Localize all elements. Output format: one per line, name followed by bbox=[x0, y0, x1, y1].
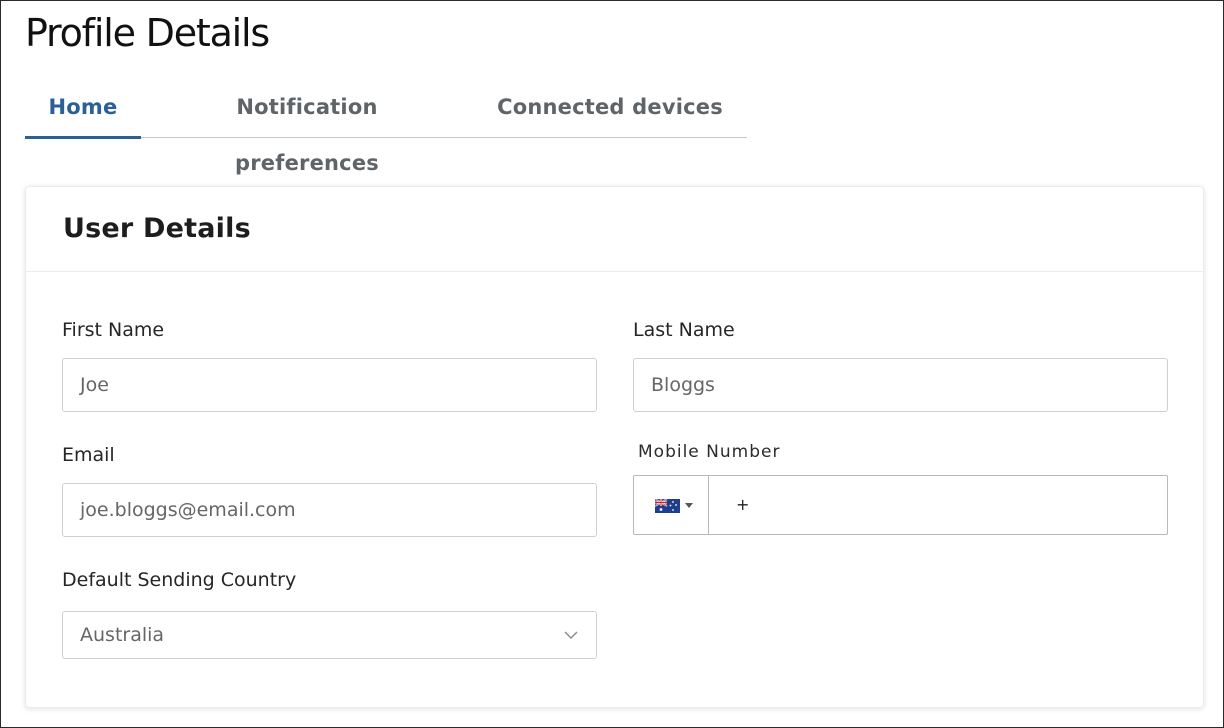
australia-flag-icon bbox=[655, 499, 680, 513]
email-field[interactable]: joe.bloggs@email.com bbox=[62, 483, 597, 537]
user-details-card: User Details First Name Joe Last Name Bl… bbox=[25, 186, 1204, 708]
card-title: User Details bbox=[63, 213, 251, 244]
tab-notification-preferences[interactable]: Notification preferences bbox=[165, 79, 449, 175]
tab-home[interactable]: Home bbox=[25, 79, 141, 139]
last-name-label: Last Name bbox=[633, 319, 735, 341]
country-code-selector[interactable] bbox=[634, 476, 709, 534]
default-sending-country-label: Default Sending Country bbox=[62, 569, 297, 591]
default-sending-country-select[interactable]: Australia bbox=[62, 611, 597, 659]
mobile-number-input-group: + bbox=[633, 475, 1168, 535]
tab-bar: Home Notification preferences Connected … bbox=[25, 79, 747, 175]
card-header: User Details bbox=[26, 187, 1203, 272]
first-name-field[interactable]: Joe bbox=[62, 358, 597, 412]
last-name-field[interactable]: Bloggs bbox=[633, 358, 1168, 412]
caret-down-icon bbox=[685, 503, 693, 508]
page-title: Profile Details bbox=[25, 11, 270, 55]
selected-country-value: Australia bbox=[80, 624, 165, 646]
chevron-down-icon bbox=[564, 631, 578, 639]
email-label: Email bbox=[62, 444, 115, 466]
phone-prefix[interactable]: + bbox=[736, 476, 749, 534]
first-name-label: First Name bbox=[62, 319, 165, 341]
mobile-number-label: Mobile Number bbox=[638, 442, 781, 462]
tab-connected-devices[interactable]: Connected devices bbox=[497, 79, 723, 138]
app-window: Profile Details Home Notification prefer… bbox=[0, 0, 1224, 728]
